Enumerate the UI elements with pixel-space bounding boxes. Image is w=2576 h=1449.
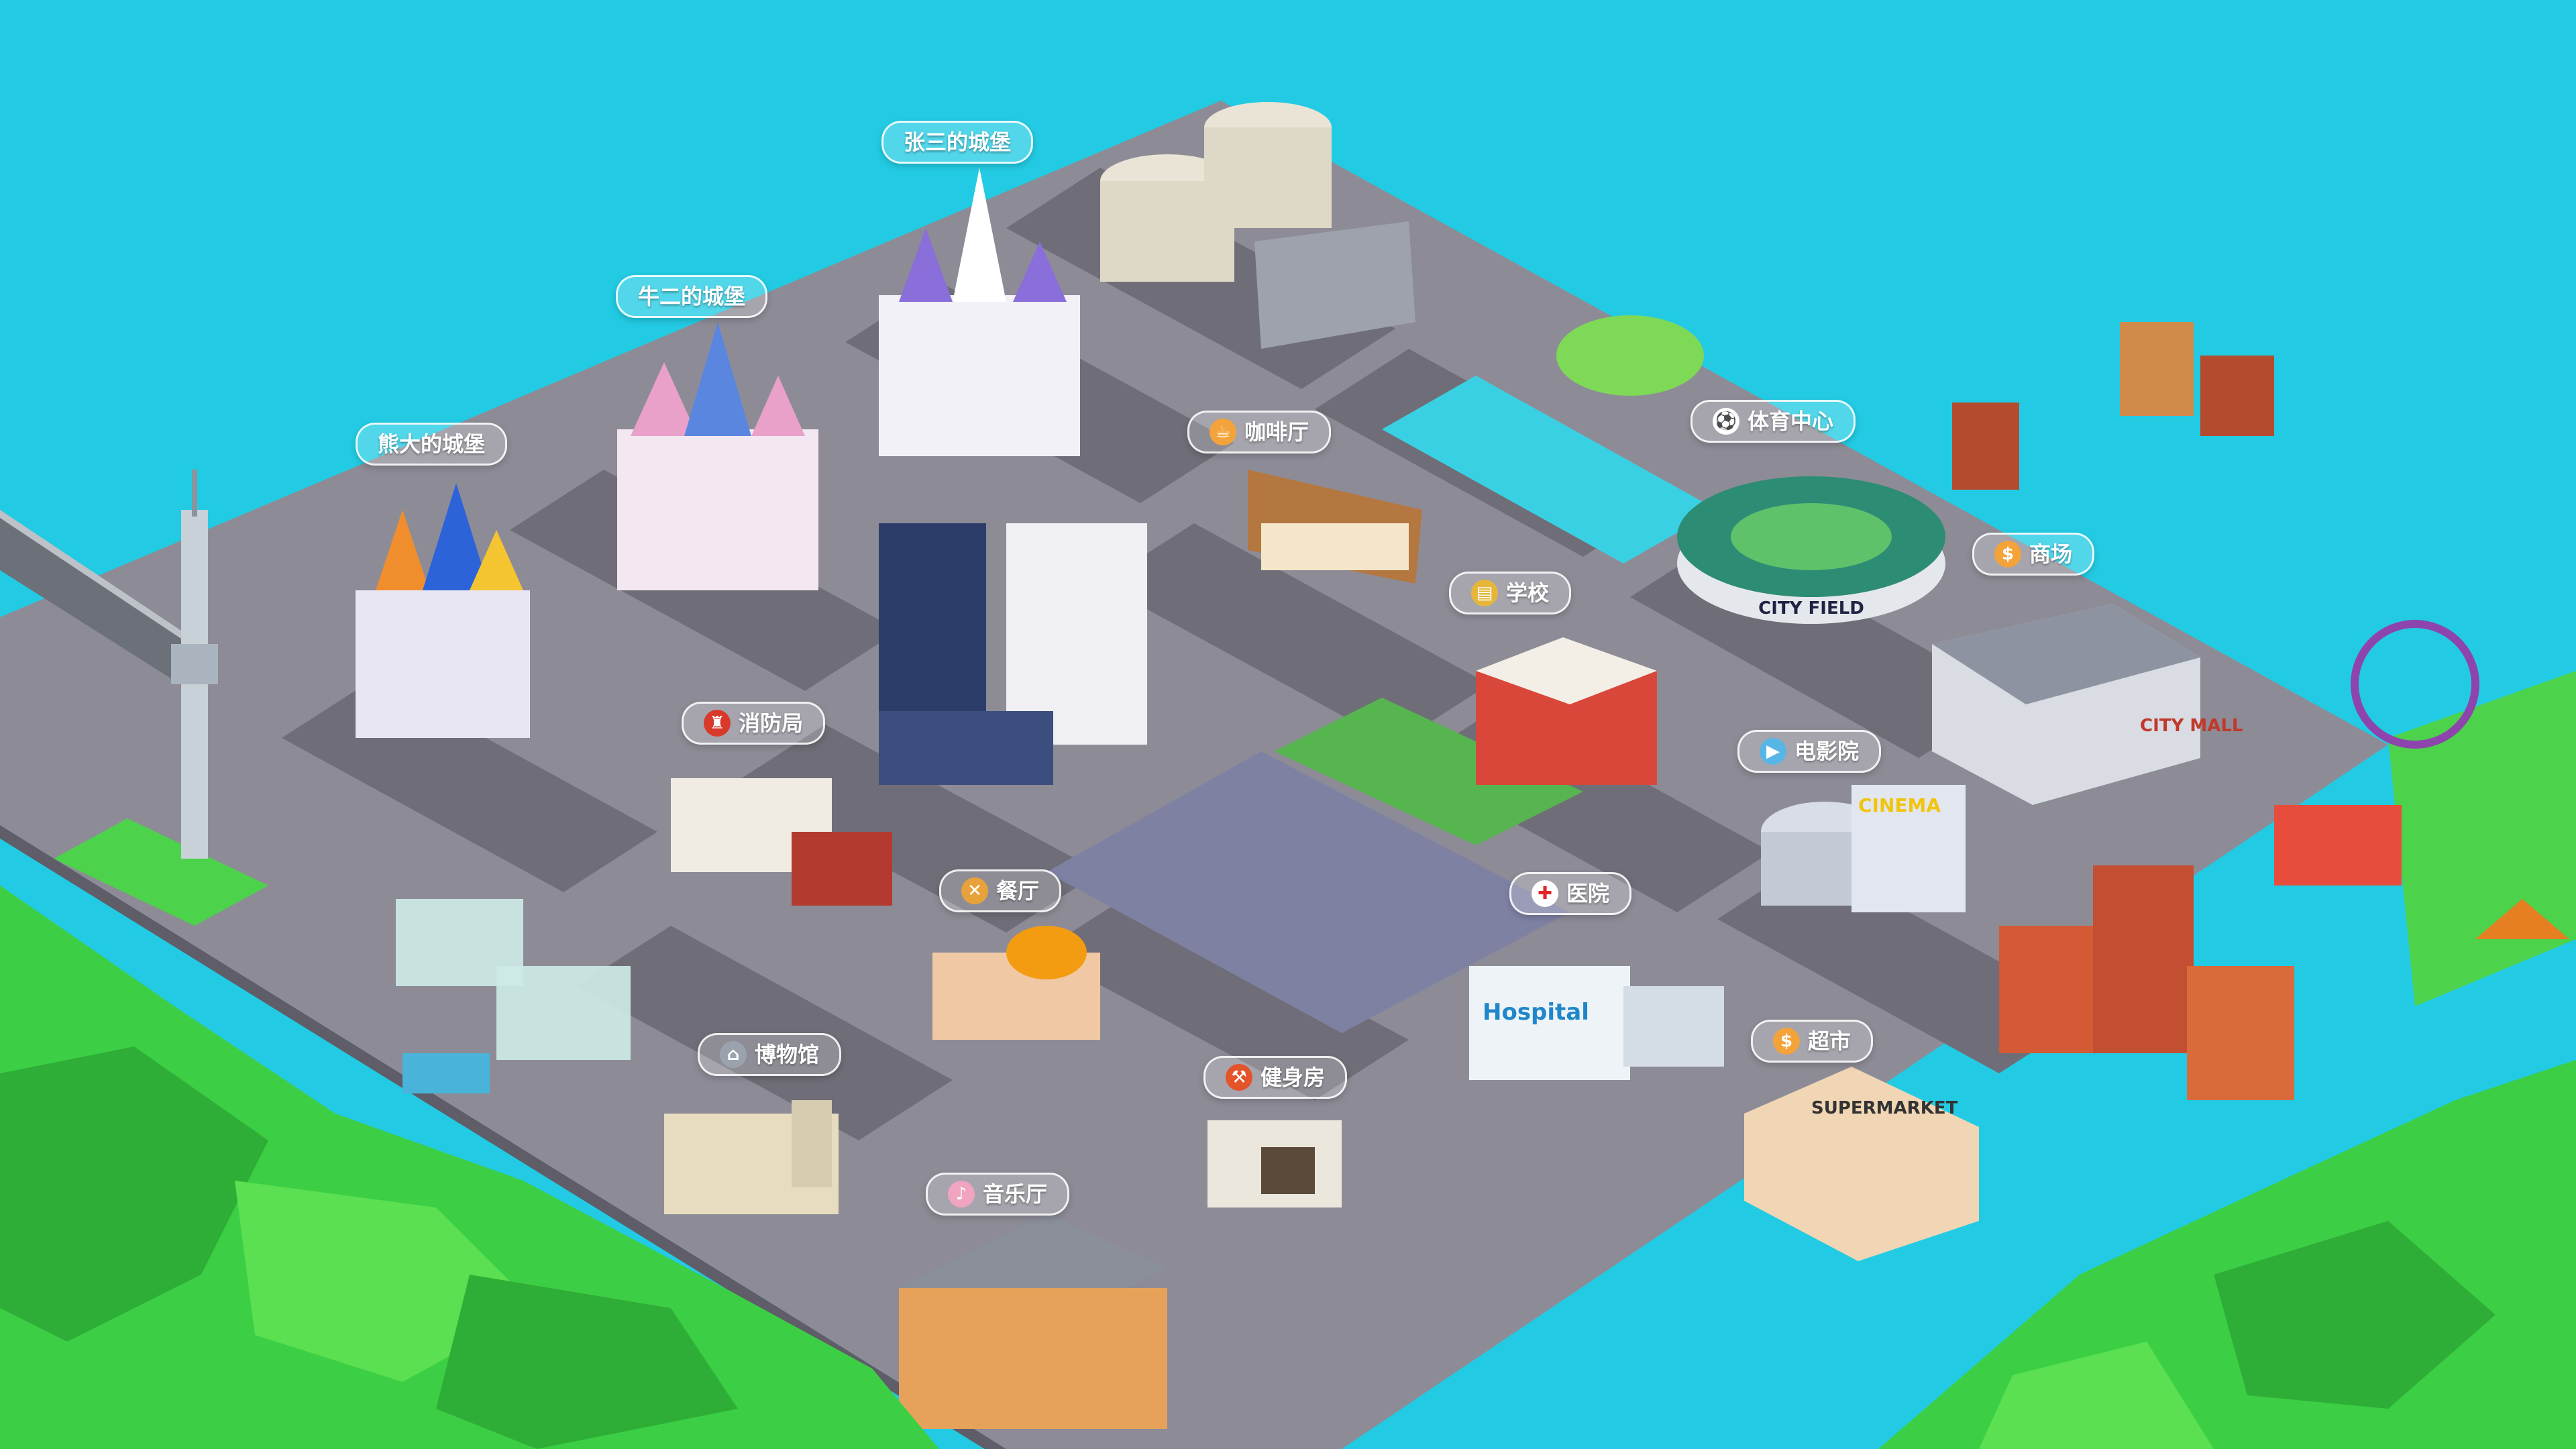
sports-center-label-text: 体育中心	[1748, 409, 1834, 434]
school-label-text: 学校	[1506, 580, 1550, 606]
coin-icon: $	[1994, 541, 2021, 568]
stadium-sign: CITY FIELD	[1758, 598, 1864, 619]
mall-label[interactable]: $ 商场	[1972, 533, 2095, 576]
castle-xiongda-label[interactable]: 熊大的城堡	[356, 423, 508, 466]
utensils-icon: ✕	[961, 877, 988, 904]
hospital-label-text: 医院	[1566, 881, 1610, 906]
castle-zhangsan-label[interactable]: 张三的城堡	[881, 121, 1034, 164]
dumbbell-icon: ⚒	[1226, 1064, 1252, 1091]
stadium: CITY FIELD	[1677, 476, 1945, 624]
restaurant-label-text: 餐厅	[996, 878, 1040, 904]
concert-hall-label-text: 音乐厅	[983, 1181, 1048, 1207]
museum-label-text: 博物馆	[755, 1042, 820, 1067]
mall-sign: CITY MALL	[2140, 716, 2243, 736]
supermarket-label[interactable]: $ 超市	[1751, 1020, 1874, 1063]
cinema-label-text: 电影院	[1794, 739, 1860, 764]
gym-label-text: 健身房	[1260, 1065, 1326, 1090]
fire-station-label-text: 消防局	[739, 710, 804, 736]
fire-station-label[interactable]: ♜ 消防局	[682, 702, 826, 745]
cinema-sign: CINEMA	[1858, 794, 1941, 816]
cafe-label[interactable]: ☕ 咖啡厅	[1187, 411, 1332, 453]
red-cross-icon: ✚	[1532, 880, 1558, 907]
coin-icon-2: $	[1773, 1028, 1800, 1055]
mall-label-text: 商场	[2029, 541, 2073, 567]
hospital-sign: Hospital	[1483, 999, 1589, 1026]
city-map: CITY FIELD CITY MALL CINEMA Hospital SUP…	[0, 0, 2576, 1449]
restaurant-label[interactable]: ✕ 餐厅	[939, 869, 1062, 912]
school-label[interactable]: ▤ 学校	[1449, 572, 1572, 614]
museum-building	[664, 1100, 839, 1214]
coffee-icon: ☕	[1210, 419, 1236, 445]
gym-building	[1208, 1120, 1342, 1208]
clapper-icon: ▶	[1760, 738, 1786, 765]
cinema-label[interactable]: ▶ 电影院	[1737, 730, 1882, 773]
gym-label[interactable]: ⚒ 健身房	[1203, 1056, 1348, 1099]
cafe-label-text: 咖啡厅	[1244, 419, 1309, 445]
castle-niuer-label-text: 牛二的城堡	[638, 284, 746, 309]
castle-niuer-label[interactable]: 牛二的城堡	[616, 275, 768, 318]
supermarket-label-text: 超市	[1808, 1028, 1851, 1054]
castle-zhangsan-label-text: 张三的城堡	[904, 129, 1012, 155]
supermarket-sign: SUPERMARKET	[1811, 1098, 1958, 1118]
museum-label[interactable]: ⌂ 博物馆	[698, 1033, 842, 1076]
soccer-ball-icon: ⚽	[1713, 408, 1739, 435]
castle-xiongda-label-text: 熊大的城堡	[378, 431, 486, 457]
sports-center-label[interactable]: ⚽ 体育中心	[1690, 400, 1856, 443]
hospital-label[interactable]: ✚ 医院	[1509, 872, 1632, 915]
fire-hydrant-icon: ♜	[704, 710, 731, 737]
concert-hall-label[interactable]: ♪ 音乐厅	[926, 1173, 1070, 1216]
museum-icon: ⌂	[720, 1041, 747, 1068]
music-icon: ♪	[948, 1181, 975, 1208]
island-park	[1556, 315, 1704, 396]
books-icon: ▤	[1471, 580, 1498, 606]
